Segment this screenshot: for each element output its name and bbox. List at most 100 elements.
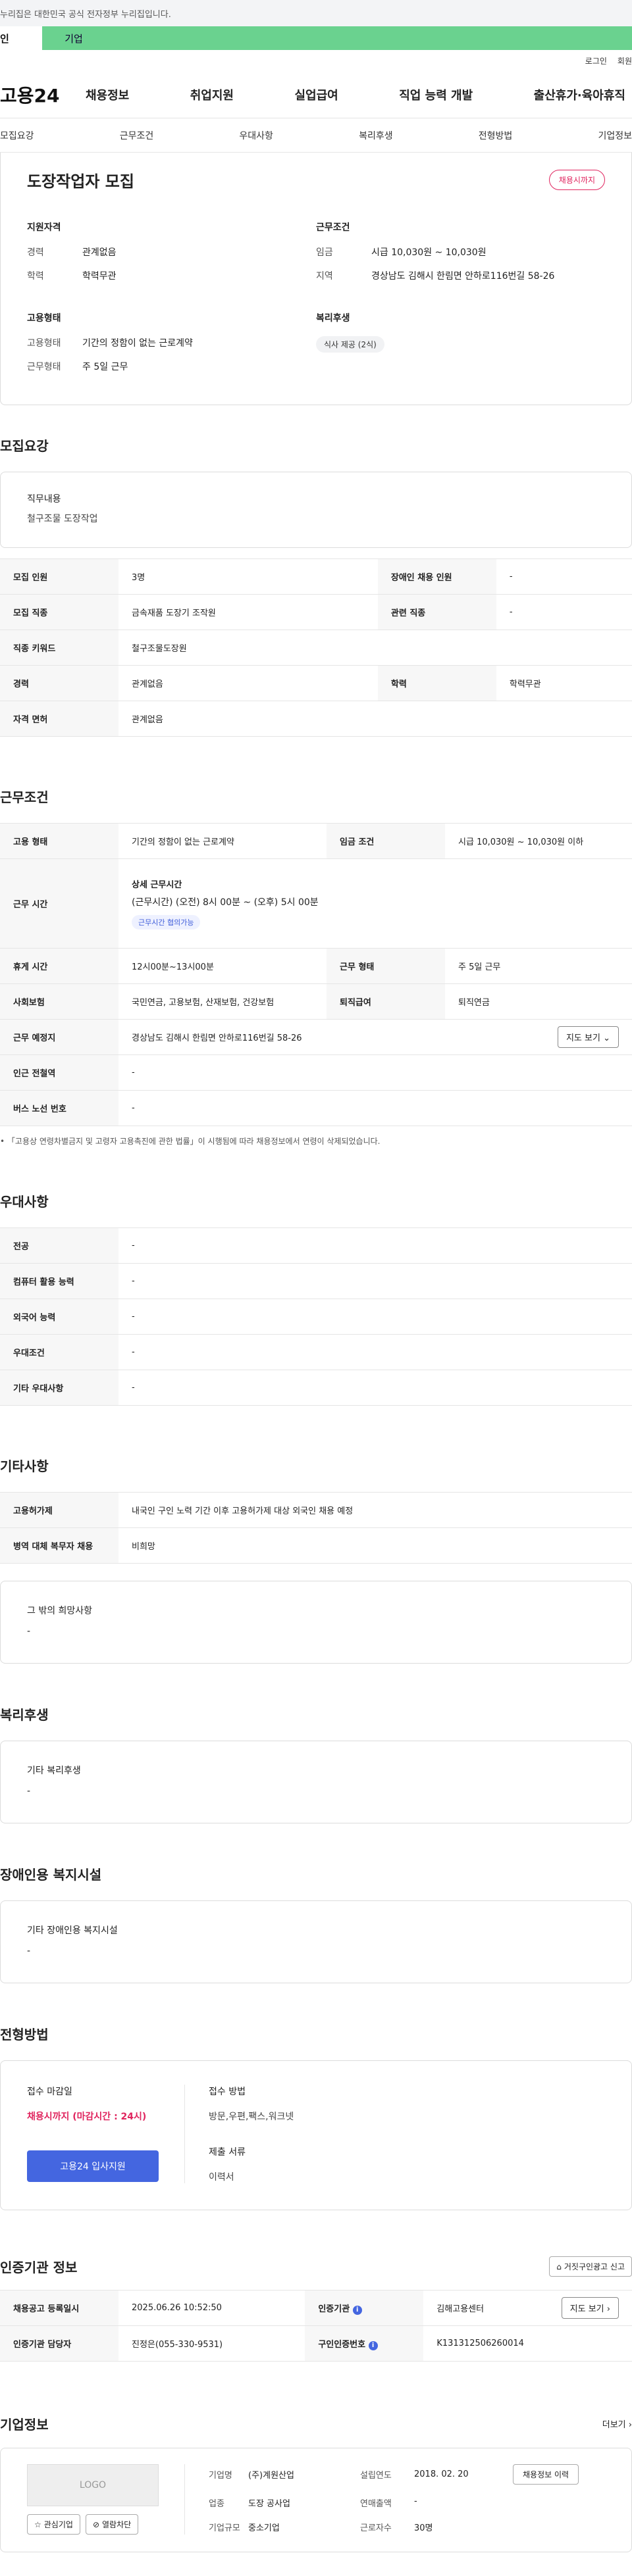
gov-banner: 누리집은 대한민국 공식 전자정부 누리집입니다. <box>0 0 632 26</box>
lnb-recruit[interactable]: 모집요강 <box>0 129 34 142</box>
career-value: 관계없음 <box>82 247 117 258</box>
table-row: 사회보험 국민연금, 고용보험, 산재보험, 건강보험 퇴직급여 퇴직연금 <box>0 983 632 1020</box>
block-button[interactable]: ⊘ 열람차단 <box>85 2514 139 2535</box>
info-icon[interactable]: i <box>368 2341 378 2350</box>
cell-label: 퇴직급여 <box>327 983 446 1020</box>
founded-label: 설립연도 <box>360 2471 392 2481</box>
favorite-button[interactable]: ☆ 관심기업 <box>27 2514 80 2535</box>
job-summary-card: 도장작업자 모집 채용시까지 지원자격 경력 관계없음 학력 학력무관 근무조건 임… <box>0 153 632 405</box>
cell-value: 12시00분~13시00분 <box>118 948 327 984</box>
apply-button[interactable]: 고용24 입사지원 <box>27 2150 159 2182</box>
gnb-support[interactable]: 취업지원 <box>190 86 234 103</box>
age-notice-text: 「고용상 연령차별금지 및 고령자 고용촉진에 관한 법률」이 시행됨에 따라 … <box>7 1137 381 1146</box>
gnb-benefit[interactable]: 실업급여 <box>295 86 338 103</box>
emp-type-label: 고용형태 <box>27 338 61 349</box>
education-label: 학력 <box>27 271 44 282</box>
work-type-value: 주 5일 근무 <box>82 362 128 372</box>
lnb-company[interactable]: 기업정보 <box>598 129 632 142</box>
gnb-leave[interactable]: 출산휴가·육아휴직 <box>534 86 625 103</box>
cell-value: K131312506260014 <box>423 2325 632 2362</box>
cell-value: 퇴직연금 <box>445 983 632 1020</box>
map-button-label: 지도 보기 <box>566 1033 600 1043</box>
top-tabs: 인 기업 <box>0 26 632 50</box>
cert-map-button[interactable]: 지도 보기 › <box>561 2297 619 2319</box>
tab-individual[interactable]: 인 <box>0 26 42 50</box>
company-card: LOGO ☆ 관심기업 ⊘ 열람차단 기업명 (주)계원산업 설립연도 2018. … <box>0 2448 632 2552</box>
process-card: 접수 마감일 채용시까지 (마감시간 : 24시) 고용24 입사지원 접수 방… <box>0 2060 632 2210</box>
wage-label: 임금 <box>316 247 333 258</box>
lnb-work[interactable]: 근무조건 <box>120 129 154 142</box>
cell-value: 금속재품 도장기 조작원 <box>118 594 378 630</box>
table-row: 고용허가제 내국인 구인 노력 기간 이후 고용허가제 대상 외국인 채용 예정 <box>0 1492 632 1528</box>
company-section-title: 기업정보 <box>0 2417 49 2433</box>
table-row: 채용공고 등록일시 2025.06.26 10:52:50 인증기관 i 김해고용센터… <box>0 2290 632 2326</box>
chevron-down-icon: ⌄ <box>603 1033 610 1043</box>
lnb-process[interactable]: 전형방법 <box>479 129 513 142</box>
docs-value: 이력서 <box>209 2172 234 2183</box>
cell-label: 근무 형태 <box>327 948 446 984</box>
report-button[interactable]: ⌂ 거짓구인광고 신고 <box>549 2256 632 2277</box>
benefit-value: - <box>27 1786 31 1796</box>
cell-label: 인증기관 담당자 <box>0 2325 118 2362</box>
cell-value: 시급 10,030원 ~ 10,030원 이하 <box>445 823 632 859</box>
wage-value: 시급 10,030원 ~ 10,030원 <box>371 247 487 258</box>
cell-value: - <box>118 1299 632 1335</box>
table-row: 근무 예정지 경상남도 김해시 한림면 안하로116번길 58-26 지도 보기 ⌄ <box>0 1019 632 1055</box>
company-name-value: (주)계원산업 <box>248 2471 294 2481</box>
map-button[interactable]: 지도 보기 ⌄ <box>557 1026 619 1048</box>
gnb-jobs[interactable]: 채용정보 <box>86 86 129 103</box>
benefit-card: 기타 복리후생 - <box>0 1741 632 1823</box>
block-icon: ⊘ <box>92 2519 99 2529</box>
section-nav: 모집요강 근무조건 우대사항 복리후생 전형방법 기업정보 <box>0 118 632 153</box>
cell-label: 인근 전철역 <box>0 1054 118 1091</box>
table-row: 버스 노선 번호 - <box>0 1090 632 1126</box>
cell-label: 모집 직종 <box>0 594 118 630</box>
cell-value: 철구조물도장원 <box>118 630 632 666</box>
cell-label: 사회보험 <box>0 983 118 1020</box>
cell-label: 관련 직종 <box>377 594 496 630</box>
disab-value: - <box>27 1946 31 1956</box>
more-link[interactable]: 더보기 › <box>602 2417 632 2430</box>
disab-heading: 기타 장애인용 복지시설 <box>27 1925 118 1936</box>
lnb-pref[interactable]: 우대사항 <box>239 129 273 142</box>
cell-value: 관계없음 <box>118 665 378 701</box>
report-button-label: 거짓구인광고 신고 <box>564 2262 625 2271</box>
conditions-heading: 근무조건 <box>316 222 350 233</box>
founded-value: 2018. 02. 20 <box>414 2469 469 2479</box>
cell-value: 진정은(055-330-9531) <box>118 2325 305 2362</box>
age-notice: • 「고용상 연령차별금지 및 고령자 고용촉진에 관한 법률」이 시행됨에 따… <box>0 1126 632 1147</box>
region-value: 경상남도 김해시 한림면 안하로116번길 58-26 <box>371 271 555 282</box>
gnb-training[interactable]: 직업 능력 개발 <box>399 86 473 103</box>
industry-label: 업종 <box>209 2499 224 2509</box>
cell-label: 고용 형태 <box>0 823 118 859</box>
industry-value: 도장 공사업 <box>248 2499 290 2509</box>
tab-company[interactable]: 기업 <box>42 26 105 50</box>
bell-icon: ⌂ <box>556 2262 562 2271</box>
signup-link[interactable]: 회원 <box>618 55 632 66</box>
cell-label: 고용허가제 <box>0 1492 118 1528</box>
table-row: 경력 관계없음 학력 학력무관 <box>0 665 632 701</box>
table-row: 전공 - <box>0 1227 632 1264</box>
main-nav: 고용24 채용정보 취업지원 실업급여 직업 능력 개발 출산휴가·육아휴직 <box>0 71 632 118</box>
cell-label: 휴게 시간 <box>0 948 118 984</box>
lnb-benefit[interactable]: 복리후생 <box>359 129 393 142</box>
work-place-value: 경상남도 김해시 한림면 안하로116번길 58-26 <box>132 1033 302 1043</box>
star-icon: ☆ <box>34 2519 41 2529</box>
table-row: 우대조건 - <box>0 1334 632 1370</box>
job-title: 도장작업자 모집 <box>27 172 134 191</box>
cell-label: 장애인 채용 인원 <box>377 558 496 595</box>
login-link[interactable]: 로그인 <box>585 55 607 66</box>
cell-label: 외국어 능력 <box>0 1299 118 1335</box>
work-type-label: 근무형태 <box>27 362 61 372</box>
cell-value: 학력무관 <box>496 665 632 701</box>
info-icon[interactable]: i <box>352 2305 362 2315</box>
chevron-right-icon: › <box>628 2420 632 2430</box>
docs-heading: 제출 서류 <box>209 2147 246 2158</box>
favorite-label: 관심기업 <box>43 2520 73 2529</box>
cell-label: 컴퓨터 활용 능력 <box>0 1263 118 1299</box>
process-section-title: 전형방법 <box>0 2027 49 2043</box>
site-logo[interactable]: 고용24 <box>0 82 79 108</box>
job-history-button[interactable]: 채용정보 이력 <box>513 2464 579 2485</box>
block-label: 열람차단 <box>102 2520 132 2529</box>
cell-value: 비희망 <box>118 1527 632 1564</box>
